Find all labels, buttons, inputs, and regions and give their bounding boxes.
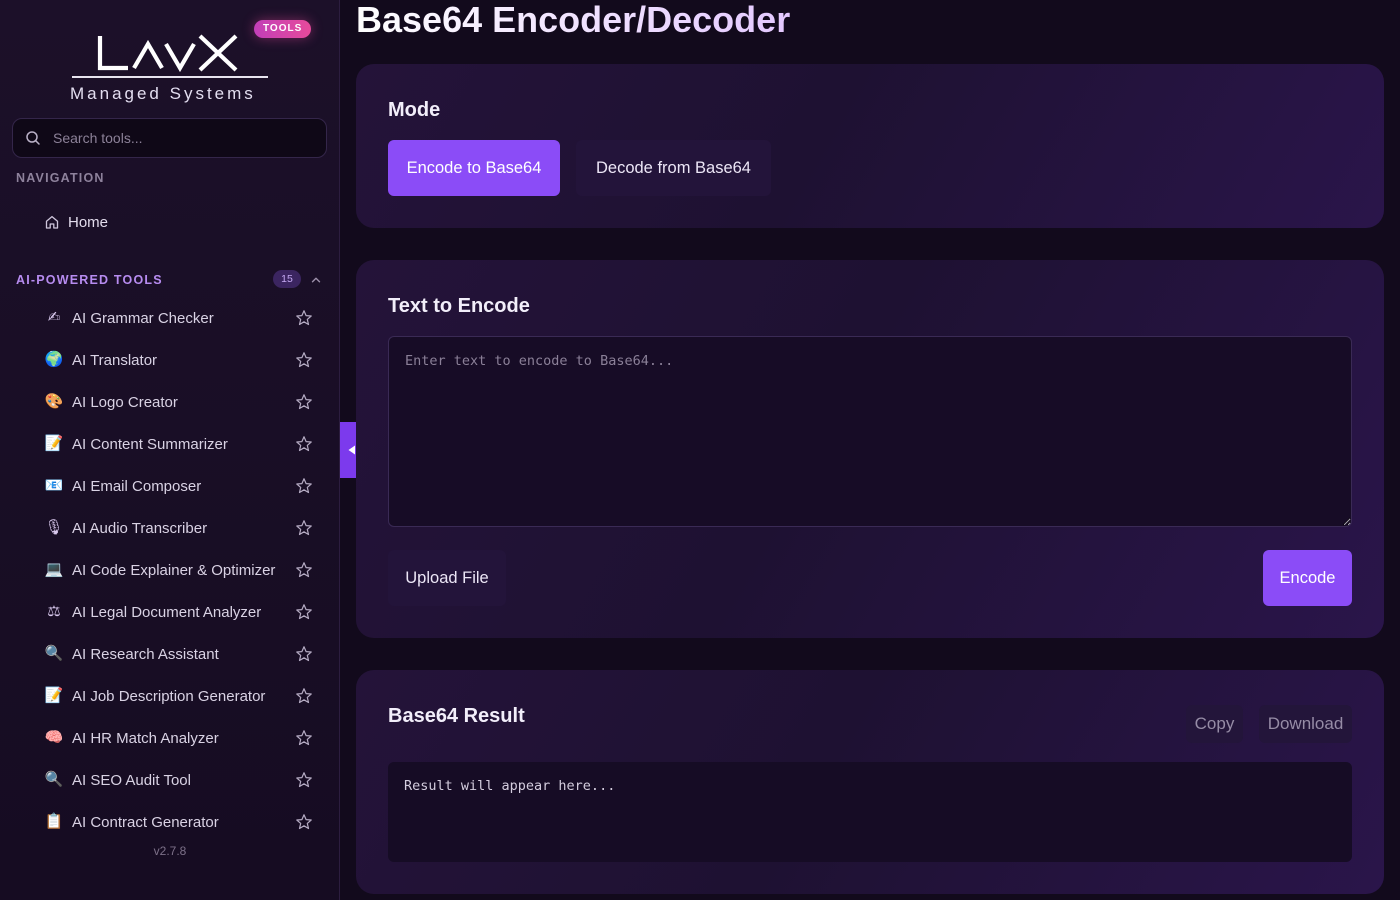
- sidebar-item-tool[interactable]: 📝 AI Job Description Generator: [32, 675, 328, 717]
- version-label: v2.7.8: [153, 844, 187, 858]
- sidebar-item-tool[interactable]: 🔍 AI Research Assistant: [32, 633, 328, 675]
- sidebar-item-home-label: Home: [68, 213, 109, 231]
- tool-emoji-icon: 🔍: [44, 645, 64, 662]
- logo[interactable]: Managed Systems TOOLS: [0, 18, 339, 114]
- sidebar-item-tool[interactable]: 📧 AI Email Composer: [32, 465, 328, 507]
- download-button[interactable]: Download: [1259, 705, 1352, 743]
- star-icon[interactable]: [295, 519, 313, 537]
- star-icon[interactable]: [295, 813, 313, 831]
- sidebar-item-tool[interactable]: 💻 AI Code Explainer & Optimizer: [32, 549, 328, 591]
- search-icon: [26, 131, 40, 145]
- sidebar-item-tool-label: AI Code Explainer & Optimizer: [72, 561, 276, 579]
- tool-emoji-icon: 🔍: [44, 771, 64, 788]
- text-input[interactable]: [388, 336, 1352, 527]
- upload-file-button[interactable]: Upload File: [388, 550, 506, 606]
- home-icon: [45, 215, 59, 229]
- sidebar-item-tool[interactable]: 🔍 AI SEO Audit Tool: [32, 759, 328, 801]
- logo-divider: [72, 76, 268, 78]
- tool-emoji-icon: 🎨: [44, 393, 64, 410]
- sidebar-item-tool-label: AI Translator: [72, 351, 158, 369]
- star-icon[interactable]: [295, 435, 313, 453]
- result-card: Base64 Result Copy Download Result will …: [356, 670, 1384, 894]
- page-title: Base64 Encoder/Decoder: [356, 0, 791, 40]
- sidebar-item-tool-label: AI Content Summarizer: [72, 435, 228, 453]
- sidebar-item-tool-label: AI Research Assistant: [72, 645, 219, 663]
- tools-badge: TOOLS: [254, 20, 312, 38]
- mode-card: Mode Encode to Base64 Decode from Base64: [356, 64, 1384, 228]
- navigation-label: NAVIGATION: [16, 171, 105, 185]
- ai-tools-label: AI-POWERED TOOLS: [16, 273, 163, 287]
- star-icon[interactable]: [295, 351, 313, 369]
- tool-emoji-icon: 🧠: [44, 729, 64, 746]
- star-icon[interactable]: [295, 309, 313, 327]
- star-icon[interactable]: [295, 771, 313, 789]
- tool-emoji-icon: 📝: [44, 435, 64, 452]
- ai-tools-count-badge: 15: [273, 270, 301, 288]
- copy-button[interactable]: Copy: [1186, 705, 1243, 743]
- chevron-up-icon[interactable]: [310, 274, 322, 286]
- sidebar-item-tool-label: AI Audio Transcriber: [72, 519, 208, 537]
- tool-emoji-icon: 🌍: [44, 351, 64, 368]
- sidebar-item-tool-label: AI Legal Document Analyzer: [72, 603, 262, 621]
- sidebar-item-tool-label: AI Contract Generator: [72, 813, 219, 831]
- sidebar-item-tool[interactable]: 📋 AI Contract Generator: [32, 801, 328, 843]
- tool-emoji-icon: 📝: [44, 687, 64, 704]
- sidebar-item-tool-label: AI Job Description Generator: [72, 687, 266, 705]
- result-heading: Base64 Result: [388, 705, 525, 727]
- ai-tools-list: ✍ AI Grammar Checker 🌍 AI Translator 🎨 AI Log…: [32, 297, 328, 843]
- search-box[interactable]: [12, 118, 327, 158]
- sidebar-item-tool[interactable]: ⚖ AI Legal Document Analyzer: [32, 591, 328, 633]
- tool-emoji-icon: ⚖: [47, 603, 61, 620]
- star-icon[interactable]: [295, 393, 313, 411]
- encode-button[interactable]: Encode: [1263, 550, 1352, 606]
- mode-heading: Mode: [388, 99, 441, 121]
- star-icon[interactable]: [295, 687, 313, 705]
- input-heading: Text to Encode: [388, 295, 530, 317]
- lavx-logo-icon: [97, 34, 238, 73]
- star-icon[interactable]: [295, 477, 313, 495]
- star-icon[interactable]: [295, 645, 313, 663]
- sidebar: Managed Systems TOOLS NAVIGATION Home AI…: [0, 0, 340, 900]
- star-icon[interactable]: [295, 603, 313, 621]
- input-card: Text to Encode Upload File Encode: [356, 260, 1384, 638]
- search-input[interactable]: [53, 119, 318, 157]
- tool-emoji-icon: 💻: [44, 561, 64, 578]
- tool-emoji-icon: 📋: [44, 813, 64, 830]
- sidebar-item-tool[interactable]: 🎨 AI Logo Creator: [32, 381, 328, 423]
- sidebar-item-tool-label: AI Email Composer: [72, 477, 202, 495]
- decode-mode-button[interactable]: Decode from Base64: [576, 140, 771, 196]
- encode-mode-button[interactable]: Encode to Base64: [388, 140, 560, 196]
- sidebar-item-tool-label: AI HR Match Analyzer: [72, 729, 219, 747]
- sidebar-item-tool[interactable]: 🎙 AI Audio Transcriber: [32, 507, 328, 549]
- sidebar-item-tool-label: AI Logo Creator: [72, 393, 178, 411]
- sidebar-item-tool[interactable]: 📝 AI Content Summarizer: [32, 423, 328, 465]
- star-icon[interactable]: [295, 561, 313, 579]
- sidebar-item-tool-label: AI Grammar Checker: [72, 309, 214, 327]
- sidebar-item-tool[interactable]: 🧠 AI HR Match Analyzer: [32, 717, 328, 759]
- result-output: Result will appear here...: [388, 762, 1352, 862]
- sidebar-item-tool[interactable]: ✍ AI Grammar Checker: [32, 297, 328, 339]
- tool-emoji-icon: 📧: [44, 477, 64, 494]
- ai-tools-section-header[interactable]: AI-POWERED TOOLS 15: [16, 270, 326, 290]
- tool-emoji-icon: 🎙: [44, 519, 64, 536]
- tool-emoji-icon: ✍: [47, 309, 61, 326]
- sidebar-item-tool-label: AI SEO Audit Tool: [72, 771, 191, 789]
- logo-subtitle: Managed Systems: [70, 84, 256, 103]
- sidebar-item-home[interactable]: Home: [32, 206, 322, 238]
- sidebar-item-tool[interactable]: 🌍 AI Translator: [32, 339, 328, 381]
- star-icon[interactable]: [295, 729, 313, 747]
